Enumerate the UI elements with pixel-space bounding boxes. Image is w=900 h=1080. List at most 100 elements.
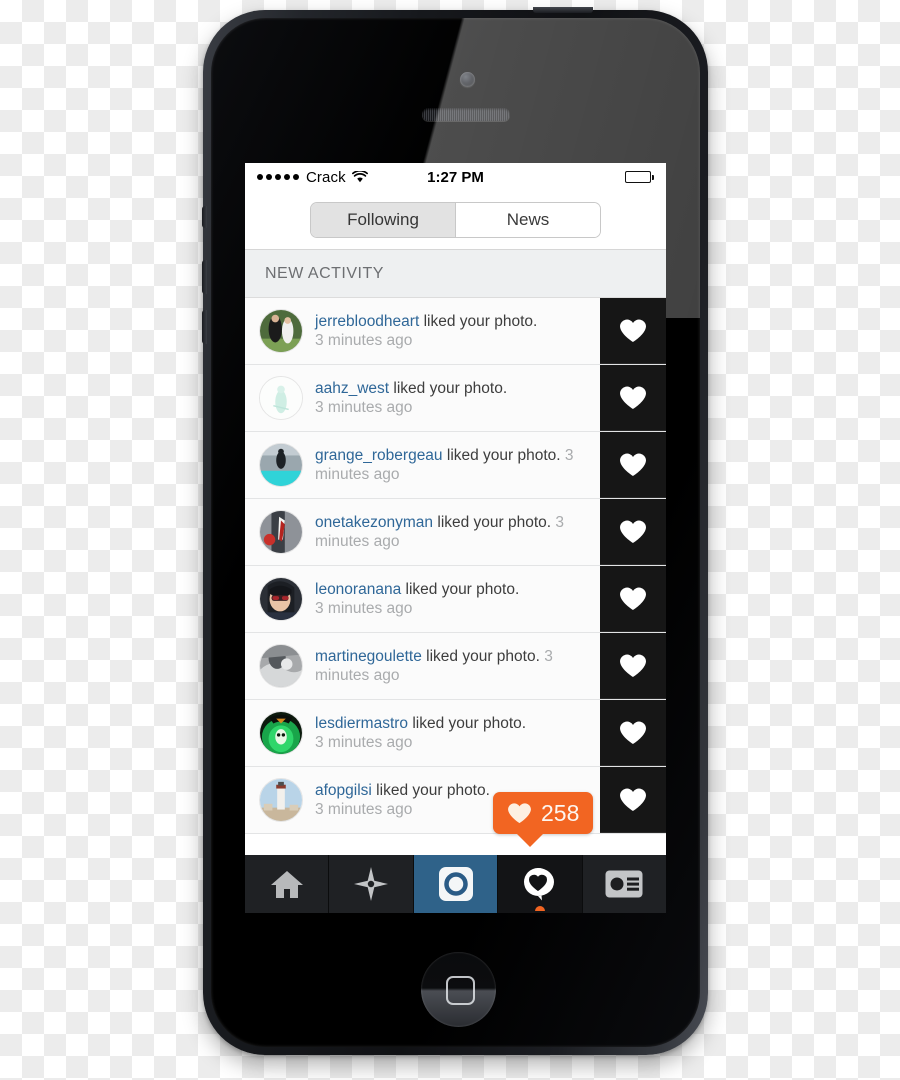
liked-photo-thumbnail[interactable] (600, 633, 666, 699)
section-header: NEW ACTIVITY (245, 250, 666, 298)
signal-strength-icon (257, 174, 299, 180)
heart-icon (620, 319, 646, 342)
heart-icon (508, 803, 531, 824)
like-count-label: 258 (541, 799, 580, 826)
list-item[interactable]: aahz_west liked your photo. 3 minutes ag… (245, 365, 666, 432)
battery-icon (625, 171, 654, 183)
activity-username[interactable]: leonoranana (315, 581, 401, 598)
status-bar: Crack 1:27 PM (245, 163, 666, 191)
activity-unread-indicator (534, 906, 545, 911)
segmented-control-bar: Following News (245, 191, 666, 250)
activity-row-content[interactable]: grange_robergeau liked your photo. 3 min… (245, 432, 600, 498)
avatar[interactable] (259, 510, 303, 554)
activity-text: martinegoulette liked your photo. 3 minu… (315, 647, 592, 685)
mute-switch[interactable] (202, 206, 207, 228)
activity-action: liked your photo. (442, 447, 561, 464)
list-item[interactable]: onetakezonyman liked your photo. 3 minut… (245, 499, 666, 566)
activity-timestamp: 3 minutes ago (315, 332, 413, 349)
list-item[interactable]: lesdiermastro liked your photo. 3 minute… (245, 700, 666, 767)
like-count-badge: 258 (493, 792, 594, 847)
activity-username[interactable]: martinegoulette (315, 648, 422, 665)
home-icon (270, 871, 303, 898)
front-camera-icon (460, 72, 475, 87)
avatar[interactable] (259, 309, 303, 353)
activity-text: afopgilsi liked your photo. 3 minutes ag… (315, 781, 490, 819)
activity-row-content[interactable]: martinegoulette liked your photo. 3 minu… (245, 633, 600, 699)
activity-username[interactable]: lesdiermastro (315, 715, 408, 732)
heart-icon (620, 453, 646, 476)
compass-star-icon (354, 867, 389, 901)
activity-timestamp: 3 minutes ago (315, 600, 413, 617)
home-button[interactable] (421, 952, 496, 1027)
activity-action: liked your photo. (408, 715, 527, 732)
activity-row-content[interactable]: aahz_west liked your photo. 3 minutes ag… (245, 365, 600, 431)
activity-username[interactable]: afopgilsi (315, 782, 372, 799)
activity-row-content[interactable]: leonoranana liked your photo. 3 minutes … (245, 566, 600, 632)
tab-activity[interactable] (498, 855, 583, 913)
heart-icon (620, 386, 646, 409)
liked-photo-thumbnail[interactable] (600, 298, 666, 364)
activity-username[interactable]: onetakezonyman (315, 514, 433, 531)
section-header-label: NEW ACTIVITY (265, 264, 384, 282)
tab-news[interactable]: News (455, 203, 600, 237)
activity-text: grange_robergeau liked your photo. 3 min… (315, 446, 592, 484)
list-item[interactable]: jerrebloodheart liked your photo. 3 minu… (245, 298, 666, 365)
liked-photo-thumbnail[interactable] (600, 499, 666, 565)
segmented-control[interactable]: Following News (311, 203, 600, 237)
activity-row-content[interactable]: jerrebloodheart liked your photo. 3 minu… (245, 298, 600, 364)
avatar[interactable] (259, 644, 303, 688)
tab-following[interactable]: Following (311, 203, 455, 237)
tab-camera[interactable] (413, 855, 499, 913)
tab-explore[interactable] (329, 855, 414, 913)
activity-username[interactable]: grange_robergeau (315, 447, 443, 464)
volume-down-button[interactable] (202, 310, 207, 344)
activity-text: lesdiermastro liked your photo. 3 minute… (315, 714, 526, 752)
activity-text: onetakezonyman liked your photo. 3 minut… (315, 513, 592, 551)
liked-photo-thumbnail[interactable] (600, 767, 666, 833)
activity-action: liked your photo. (401, 581, 520, 598)
list-item[interactable]: martinegoulette liked your photo. 3 minu… (245, 633, 666, 700)
earpiece-speaker (422, 108, 510, 121)
liked-photo-thumbnail[interactable] (600, 566, 666, 632)
tab-bar (245, 855, 666, 913)
activity-text: jerrebloodheart liked your photo. 3 minu… (315, 312, 537, 350)
list-item[interactable]: afopgilsi liked your photo. 3 minutes ag… (245, 767, 666, 834)
list-item[interactable]: grange_robergeau liked your photo. 3 min… (245, 432, 666, 499)
activity-timestamp: 3 minutes ago (315, 734, 413, 751)
home-button-square-icon (445, 975, 475, 1005)
carrier-label: Crack (306, 168, 346, 186)
activity-action: liked your photo. (419, 313, 538, 330)
list-item[interactable]: leonoranana liked your photo. 3 minutes … (245, 566, 666, 633)
avatar[interactable] (259, 711, 303, 755)
activity-row-content[interactable]: lesdiermastro liked your photo. 3 minute… (245, 700, 600, 766)
liked-photo-thumbnail[interactable] (600, 432, 666, 498)
avatar[interactable] (259, 376, 303, 420)
heart-icon (620, 654, 646, 677)
volume-up-button[interactable] (202, 260, 207, 294)
avatar[interactable] (259, 778, 303, 822)
liked-photo-thumbnail[interactable] (600, 365, 666, 431)
wifi-icon (351, 171, 368, 183)
activity-username[interactable]: aahz_west (315, 380, 389, 397)
activity-text: leonoranana liked your photo. 3 minutes … (315, 580, 519, 618)
activity-username[interactable]: jerrebloodheart (315, 313, 419, 330)
like-count-badge-body: 258 (493, 792, 594, 834)
like-count-badge-tail (517, 834, 544, 847)
heart-icon (620, 788, 646, 811)
liked-photo-thumbnail[interactable] (600, 700, 666, 766)
activity-row-content[interactable]: onetakezonyman liked your photo. 3 minut… (245, 499, 600, 565)
activity-action: liked your photo. (371, 782, 490, 799)
tab-profile[interactable] (583, 855, 666, 913)
avatar[interactable] (259, 443, 303, 487)
activity-action: liked your photo. (389, 380, 508, 397)
heart-icon (620, 721, 646, 744)
power-button[interactable] (533, 7, 593, 13)
heart-icon (620, 520, 646, 543)
tab-home[interactable] (245, 855, 330, 913)
phone-screen: Crack 1:27 PM Following News NEW ACTIVIT… (245, 163, 666, 913)
camera-icon (438, 867, 473, 901)
activity-timestamp: 3 minutes ago (315, 399, 413, 416)
activity-action: liked your photo. (421, 648, 540, 665)
activity-list: jerrebloodheart liked your photo. 3 minu… (245, 298, 666, 834)
avatar[interactable] (259, 577, 303, 621)
